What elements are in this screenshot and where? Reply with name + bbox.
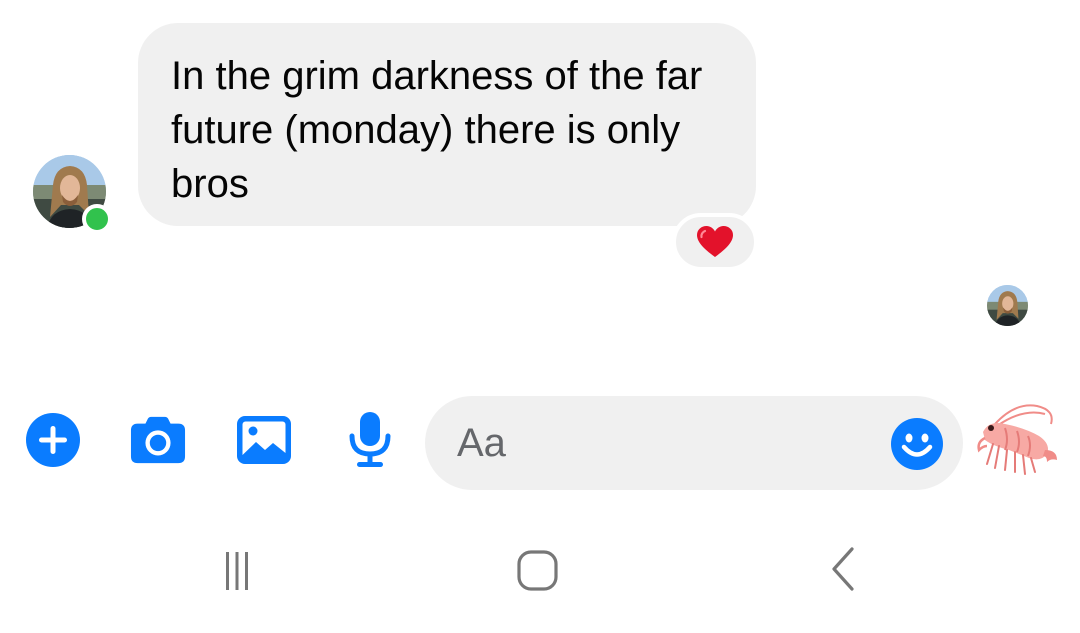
back-button[interactable] — [812, 545, 872, 595]
gallery-icon — [237, 416, 291, 464]
seen-avatar — [987, 285, 1028, 326]
camera-icon — [130, 416, 186, 464]
home-icon — [517, 550, 558, 591]
message-text: In the grim darkness of the far future (… — [171, 54, 703, 206]
home-button[interactable] — [508, 545, 568, 595]
recents-button[interactable] — [207, 545, 267, 595]
shrimp-icon[interactable] — [975, 400, 1059, 478]
gallery-button[interactable] — [236, 412, 292, 468]
online-status-dot — [82, 204, 112, 234]
smiley-icon[interactable] — [890, 417, 944, 471]
recents-icon — [226, 552, 248, 590]
message-input[interactable] — [457, 416, 877, 470]
heart-icon — [697, 226, 733, 257]
person-photo-icon — [987, 285, 1028, 326]
more-actions-button[interactable] — [25, 412, 81, 468]
plus-icon — [26, 413, 80, 467]
camera-button[interactable] — [130, 412, 186, 468]
microphone-icon — [349, 412, 391, 467]
voice-message-button[interactable] — [342, 412, 398, 468]
message-reaction[interactable] — [672, 213, 758, 271]
back-icon — [832, 547, 854, 591]
message-input-container[interactable] — [425, 396, 963, 490]
message-bubble[interactable]: In the grim darkness of the far future (… — [138, 23, 756, 226]
